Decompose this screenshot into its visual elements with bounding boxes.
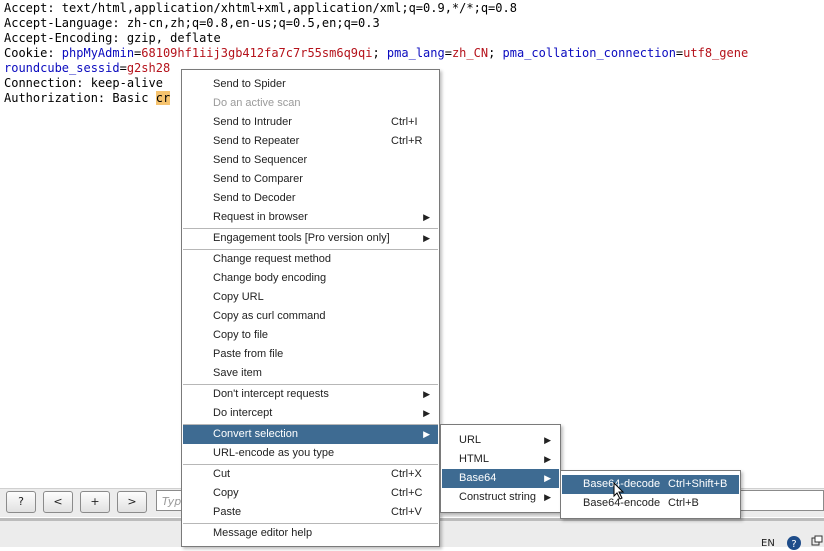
help-icon[interactable]: ?: [786, 535, 802, 551]
language-indicator[interactable]: EN: [761, 538, 775, 549]
add-button[interactable]: +: [80, 491, 110, 513]
menu-item-copy[interactable]: Copy Ctrl+C: [183, 484, 438, 503]
submenu-arrow-icon: ▶: [423, 408, 430, 418]
submenu-arrow-icon: ▶: [544, 473, 551, 483]
submenu-arrow-icon: ▶: [544, 435, 551, 445]
menu-item-engagement-tools[interactable]: Engagement tools [Pro version only] ▶: [183, 229, 438, 248]
menu-item-copy-to-file[interactable]: Copy to file: [183, 326, 438, 345]
menu-item-do-active-scan: Do an active scan: [213, 97, 301, 109]
menu-item-url-encode-as-you-type[interactable]: URL-encode as you type: [183, 444, 438, 463]
header-line-authorization: Authorization: Basic cr: [4, 91, 171, 105]
menu-item-request-in-browser[interactable]: Request in browser ▶: [183, 208, 438, 227]
menu-item-copy-url[interactable]: Copy URL: [183, 288, 438, 307]
next-button[interactable]: >: [117, 491, 147, 513]
header-line-accept: Accept: text/html,application/xhtml+xml,…: [4, 1, 517, 15]
menu-item-change-body-encoding[interactable]: Change body encoding: [183, 269, 438, 288]
menu-item-send-to-sequencer[interactable]: Send to Sequencer: [183, 151, 438, 170]
submenu-arrow-icon: ▶: [423, 212, 430, 222]
submenu-arrow-icon: ▶: [423, 429, 430, 439]
submenu-arrow-icon: ▶: [544, 492, 551, 502]
submenu-item-base64-decode[interactable]: Base64-decode Ctrl+Shift+B: [562, 475, 739, 494]
submenu-item-html[interactable]: HTML ▶: [442, 450, 559, 469]
menu-item-send-to-repeater[interactable]: Send to Repeater Ctrl+R: [183, 132, 438, 151]
svg-text:?: ?: [791, 539, 796, 550]
header-line-connection: Connection: keep-alive: [4, 76, 163, 90]
header-line-cookie-cont: roundcube_sessid=g2sh28: [4, 61, 171, 75]
convert-selection-submenu: URL ▶ HTML ▶ Base64 ▶ Construct string ▶: [440, 424, 561, 513]
menu-item-cut[interactable]: Cut Ctrl+X: [183, 465, 438, 484]
menu-item-send-to-decoder[interactable]: Send to Decoder: [183, 189, 438, 208]
submenu-item-base64[interactable]: Base64 ▶: [442, 469, 559, 488]
mouse-cursor-icon: [613, 482, 625, 500]
submenu-arrow-icon: ▶: [423, 389, 430, 399]
menu-item-send-to-comparer[interactable]: Send to Comparer: [183, 170, 438, 189]
menu-item-paste[interactable]: Paste Ctrl+V: [183, 503, 438, 522]
selected-text[interactable]: cr: [155, 91, 171, 105]
base64-submenu: Base64-decode Ctrl+Shift+B Base64-encode C…: [560, 470, 741, 519]
help-button[interactable]: ?: [6, 491, 36, 513]
menu-item-paste-from-file[interactable]: Paste from file: [183, 345, 438, 364]
header-line-accept-language: Accept-Language: zh-cn,zh;q=0.8,en-us;q=…: [4, 16, 380, 30]
submenu-item-base64-encode[interactable]: Base64-encode Ctrl+B: [562, 494, 739, 513]
menu-item-message-editor-help[interactable]: Message editor help: [183, 524, 438, 543]
menu-item-do-intercept[interactable]: Do intercept ▶: [183, 404, 438, 423]
menu-item-change-request-method[interactable]: Change request method: [183, 250, 438, 269]
context-menu: Send to Spider Do an active scan Send to…: [181, 69, 440, 547]
menu-item-dont-intercept[interactable]: Don't intercept requests ▶: [183, 385, 438, 404]
previous-button[interactable]: <: [43, 491, 73, 513]
menu-item-save-item[interactable]: Save item: [183, 364, 438, 383]
header-line-accept-encoding: Accept-Encoding: gzip, deflate: [4, 31, 221, 45]
submenu-arrow-icon: ▶: [423, 233, 430, 243]
submenu-item-construct-string[interactable]: Construct string ▶: [442, 488, 559, 507]
menu-item-convert-selection[interactable]: Convert selection ▶: [183, 425, 438, 444]
header-line-cookie: Cookie: phpMyAdmin=68109hf1iij3gb412fa7c…: [4, 46, 749, 60]
restore-window-icon[interactable]: [811, 535, 823, 547]
submenu-item-url[interactable]: URL ▶: [442, 431, 559, 450]
menu-item-copy-as-curl[interactable]: Copy as curl command: [183, 307, 438, 326]
menu-item-send-to-spider[interactable]: Send to Spider: [183, 75, 438, 94]
menu-item-send-to-intruder[interactable]: Send to Intruder Ctrl+I: [183, 113, 438, 132]
submenu-arrow-icon: ▶: [544, 454, 551, 464]
